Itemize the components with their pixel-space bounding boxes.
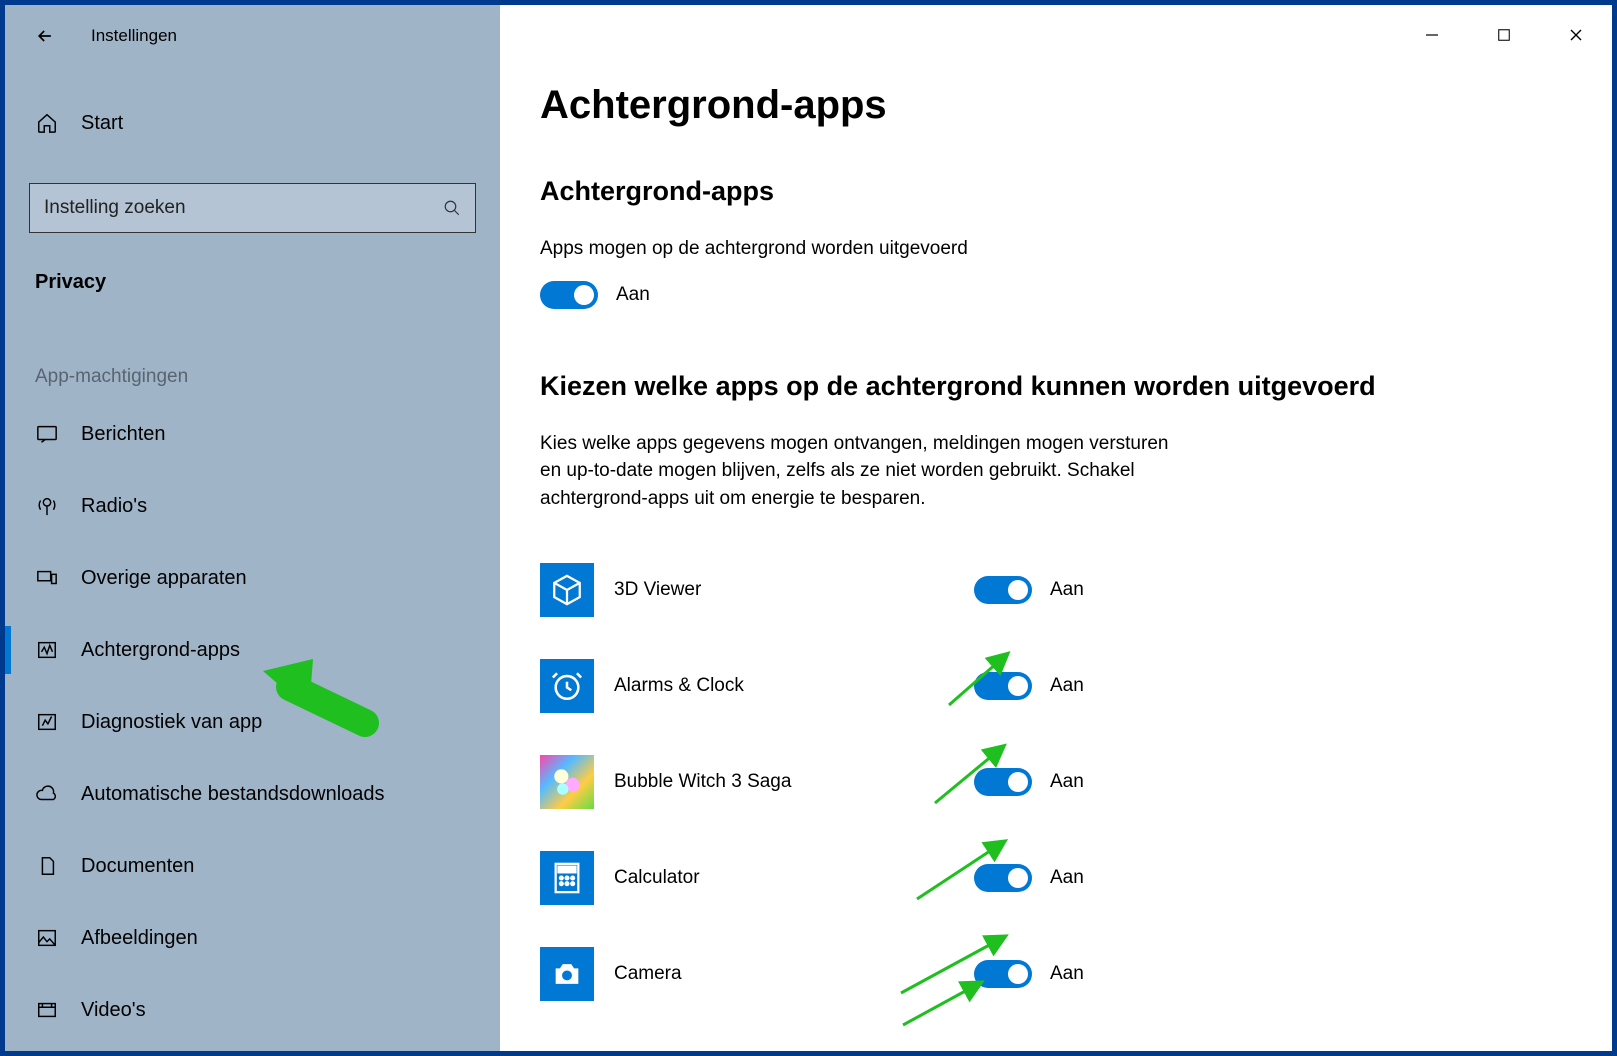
sidebar-item-videos[interactable]: Video's <box>5 974 500 1046</box>
maximize-button[interactable] <box>1468 15 1540 55</box>
section1-desc: Apps mogen op de achtergrond worden uitg… <box>540 235 1180 263</box>
app-3dviewer-toggle[interactable] <box>974 576 1032 604</box>
app-3dviewer-icon <box>540 563 594 617</box>
sidebar-item-documenten[interactable]: Documenten <box>5 830 500 902</box>
home-label: Start <box>81 112 123 135</box>
app-toggle-label: Aan <box>1050 867 1084 889</box>
window-controls <box>1396 15 1612 55</box>
app-row: Bubble Witch 3 Saga Aan <box>540 734 1612 830</box>
sidebar-item-diagnostiek[interactable]: Diagnostiek van app <box>5 686 500 758</box>
global-background-toggle[interactable] <box>540 281 598 309</box>
sidebar-item-achtergrond-apps[interactable]: Achtergrond-apps <box>5 614 500 686</box>
sidebar-item-label: Berichten <box>81 423 166 446</box>
message-icon <box>35 422 59 446</box>
page-title: Achtergrond-apps <box>540 83 1612 128</box>
app-row: 3D Viewer Aan <box>540 542 1612 638</box>
sidebar-item-label: Achtergrond-apps <box>81 639 240 662</box>
home-button[interactable]: Start <box>5 103 500 143</box>
sidebar-item-label: Radio's <box>81 495 147 518</box>
app-list: 3D Viewer Aan Alarms & Clock Aan <box>540 542 1612 1022</box>
document-icon <box>35 854 59 878</box>
sidebar-item-overige-apparaten[interactable]: Overige apparaten <box>5 542 500 614</box>
sidebar-item-radios[interactable]: Radio's <box>5 470 500 542</box>
titlebar: Instellingen <box>5 5 500 45</box>
sidebar-item-label: Overige apparaten <box>81 567 247 590</box>
section2-desc: Kies welke apps gegevens mogen ontvangen… <box>540 430 1180 513</box>
app-toggle-label: Aan <box>1050 771 1084 793</box>
window-title: Instellingen <box>91 26 177 46</box>
diagnostics-icon <box>35 710 59 734</box>
app-toggle-label: Aan <box>1050 675 1084 697</box>
sidebar-item-label: Video's <box>81 999 146 1022</box>
app-name: Bubble Witch 3 Saga <box>614 771 974 793</box>
section1-title: Achtergrond-apps <box>540 176 1612 207</box>
sidebar-item-afbeeldingen[interactable]: Afbeeldingen <box>5 902 500 974</box>
app-toggle-label: Aan <box>1050 963 1084 985</box>
global-toggle-label: Aan <box>616 284 650 306</box>
video-icon <box>35 998 59 1022</box>
app-row: Calculator Aan <box>540 830 1612 926</box>
global-toggle-row: Aan <box>540 281 1612 309</box>
app-name: 3D Viewer <box>614 579 974 601</box>
app-name: Alarms & Clock <box>614 675 974 697</box>
search-icon <box>443 199 461 217</box>
app-bubblewitch-toggle[interactable] <box>974 768 1032 796</box>
radio-icon <box>35 494 59 518</box>
app-name: Calculator <box>614 867 974 889</box>
app-toggle-label: Aan <box>1050 579 1084 601</box>
settings-window: Instellingen Start Instelling zoeken Pri… <box>0 0 1617 1056</box>
app-calculator-icon <box>540 851 594 905</box>
section2-title: Kiezen welke apps op de achtergrond kunn… <box>540 371 1612 402</box>
home-icon <box>35 111 59 135</box>
app-row: Camera Aan <box>540 926 1612 1022</box>
sidebar-item-downloads[interactable]: Automatische bestandsdownloads <box>5 758 500 830</box>
app-camera-icon <box>540 947 594 1001</box>
app-row: Alarms & Clock Aan <box>540 638 1612 734</box>
sidebar-item-label: Afbeeldingen <box>81 927 198 950</box>
sidebar: Instellingen Start Instelling zoeken Pri… <box>5 5 500 1051</box>
close-button[interactable] <box>1540 15 1612 55</box>
sidebar-item-label: Documenten <box>81 855 194 878</box>
app-calculator-toggle[interactable] <box>974 864 1032 892</box>
app-bubblewitch-icon <box>540 755 594 809</box>
sidebar-section-header: App-machtigingen <box>35 366 500 388</box>
back-button[interactable] <box>35 26 55 46</box>
devices-icon <box>35 566 59 590</box>
app-camera-toggle[interactable] <box>974 960 1032 988</box>
activity-icon <box>35 638 59 662</box>
main-content: Achtergrond-apps Achtergrond-apps Apps m… <box>500 5 1612 1051</box>
sidebar-item-berichten[interactable]: Berichten <box>5 398 500 470</box>
image-icon <box>35 926 59 950</box>
sidebar-item-label: Automatische bestandsdownloads <box>81 783 385 806</box>
search-placeholder: Instelling zoeken <box>44 197 186 219</box>
cloud-icon <box>35 782 59 806</box>
category-label: Privacy <box>35 271 500 294</box>
minimize-button[interactable] <box>1396 15 1468 55</box>
app-name: Camera <box>614 963 974 985</box>
search-input[interactable]: Instelling zoeken <box>29 183 476 233</box>
sidebar-item-label: Diagnostiek van app <box>81 711 262 734</box>
app-alarms-icon <box>540 659 594 713</box>
app-alarms-toggle[interactable] <box>974 672 1032 700</box>
